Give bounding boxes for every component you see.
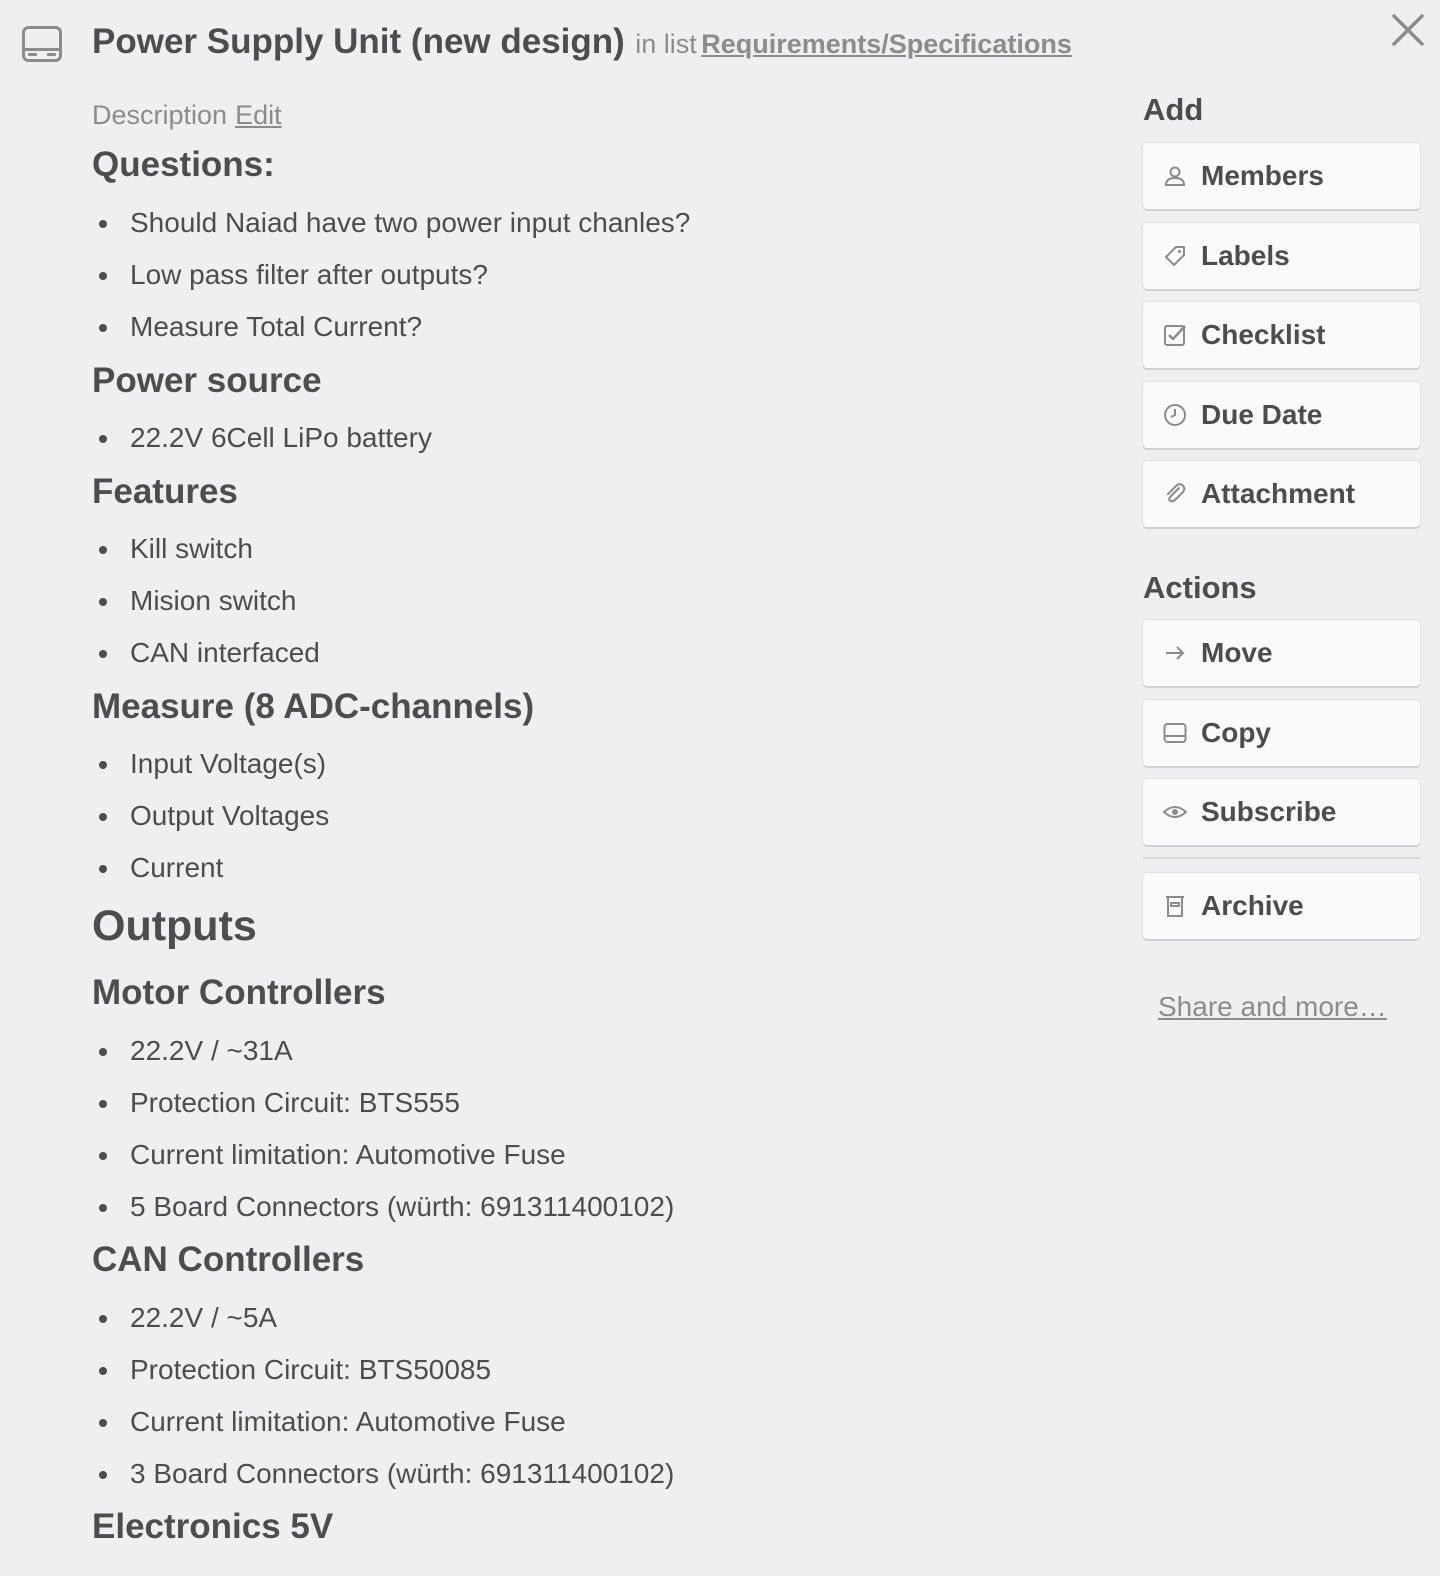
list-item: 5 Board Connectors (würth: 691311400102) bbox=[98, 1181, 674, 1233]
attachment-button-label: Attachment bbox=[1201, 478, 1356, 509]
list-questions: Should Naiad have two power input chanle… bbox=[92, 197, 690, 353]
section-heading-electronics-5v: Electronics 5V bbox=[92, 1507, 334, 1546]
checklist-button-label: Checklist bbox=[1201, 319, 1326, 350]
list-can-controllers: 22.2V / ~5A Protection Circuit: BTS50085… bbox=[92, 1292, 674, 1500]
subscribe-button[interactable]: Subscribe bbox=[1143, 779, 1420, 845]
copy-button-label: Copy bbox=[1201, 717, 1271, 748]
list-item: CAN interfaced bbox=[99, 627, 320, 679]
paperclip-icon bbox=[1167, 483, 1186, 503]
list-item: 3 Board Connectors (würth: 691311400102) bbox=[98, 1448, 674, 1500]
labels-button[interactable]: Labels bbox=[1143, 223, 1420, 289]
tag-icon bbox=[1165, 246, 1185, 266]
section-heading-can-controllers: CAN Controllers bbox=[92, 1240, 365, 1279]
card-title[interactable]: Power Supply Unit (new design) bbox=[92, 22, 625, 61]
close-icon[interactable] bbox=[1388, 10, 1428, 50]
list-item: Output Voltages bbox=[98, 790, 329, 842]
list-item: Kill switch bbox=[99, 523, 320, 575]
section-heading-outputs: Outputs bbox=[92, 902, 257, 950]
section-heading-power-source: Power source bbox=[92, 361, 322, 400]
list-item: 22.2V 6Cell LiPo battery bbox=[99, 412, 432, 464]
copy-button[interactable]: Copy bbox=[1143, 700, 1420, 766]
edit-description-link[interactable]: Edit bbox=[235, 100, 282, 130]
description-label: Description bbox=[92, 100, 228, 130]
description-label-row: Description Edit bbox=[92, 95, 1102, 135]
list-item: Measure Total Current? bbox=[98, 301, 690, 353]
list-item: Current limitation: Automotive Fuse bbox=[98, 1396, 674, 1448]
move-button[interactable]: Move bbox=[1143, 620, 1420, 686]
due-date-button[interactable]: Due Date bbox=[1143, 382, 1420, 448]
description-area: Description Edit Questions: Should Naiad … bbox=[92, 95, 1102, 1546]
actions-heading: Actions bbox=[1143, 570, 1257, 605]
checkbox-icon bbox=[1164, 325, 1186, 346]
list-item: 22.2V / ~31A bbox=[98, 1025, 674, 1077]
list-measure: Input Voltage(s) Output Voltages Current bbox=[92, 738, 329, 894]
checklist-button[interactable]: Checklist bbox=[1143, 302, 1420, 368]
list-item: Current limitation: Automotive Fuse bbox=[98, 1129, 674, 1181]
archive-button-label: Archive bbox=[1201, 890, 1304, 921]
members-button[interactable]: Members bbox=[1143, 143, 1420, 209]
list-item: Low pass filter after outputs? bbox=[98, 249, 690, 301]
card-header: Power Supply Unit (new design) in list R… bbox=[92, 22, 1360, 62]
card-icon bbox=[22, 26, 62, 62]
labels-button-label: Labels bbox=[1201, 240, 1290, 271]
card-icon bbox=[1163, 723, 1187, 743]
share-and-more-link[interactable]: Share and more… bbox=[1158, 991, 1387, 1023]
eye-icon bbox=[1163, 806, 1187, 818]
attachment-button[interactable]: Attachment bbox=[1143, 461, 1420, 527]
list-item: Input Voltage(s) bbox=[98, 738, 329, 790]
in-list-prefix: in list bbox=[635, 29, 697, 59]
move-button-label: Move bbox=[1201, 637, 1273, 668]
members-button-label: Members bbox=[1201, 160, 1324, 191]
list-link[interactable]: Requirements/Specifications bbox=[701, 29, 1072, 59]
archive-button[interactable]: Archive bbox=[1143, 873, 1420, 939]
person-icon bbox=[1164, 166, 1186, 186]
section-heading-features: Features bbox=[92, 472, 238, 511]
list-features: Kill switch Mision switch CAN interfaced bbox=[92, 523, 320, 679]
section-heading-motor-controllers: Motor Controllers bbox=[92, 973, 386, 1012]
list-power-source: 22.2V 6Cell LiPo battery bbox=[92, 412, 432, 464]
list-item: Protection Circuit: BTS50085 bbox=[98, 1344, 674, 1396]
due-date-button-label: Due Date bbox=[1201, 399, 1323, 430]
add-heading: Add bbox=[1143, 92, 1204, 127]
clock-icon bbox=[1164, 404, 1186, 426]
list-item: Should Naiad have two power input chanle… bbox=[98, 197, 690, 249]
arrow-right-icon bbox=[1166, 646, 1185, 660]
section-heading-measure: Measure (8 ADC-channels) bbox=[92, 687, 535, 726]
list-item: Mision switch bbox=[99, 575, 320, 627]
list-item: 22.2V / ~5A bbox=[98, 1292, 674, 1344]
archive-icon bbox=[1166, 896, 1184, 917]
list-item: Protection Circuit: BTS555 bbox=[98, 1077, 674, 1129]
subscribe-button-label: Subscribe bbox=[1201, 796, 1337, 827]
sidebar-divider bbox=[1143, 857, 1420, 859]
list-motor-controllers: 22.2V / ~31A Protection Circuit: BTS555 … bbox=[92, 1025, 674, 1233]
section-heading-questions: Questions: bbox=[92, 145, 275, 184]
list-item: Current bbox=[98, 842, 329, 894]
